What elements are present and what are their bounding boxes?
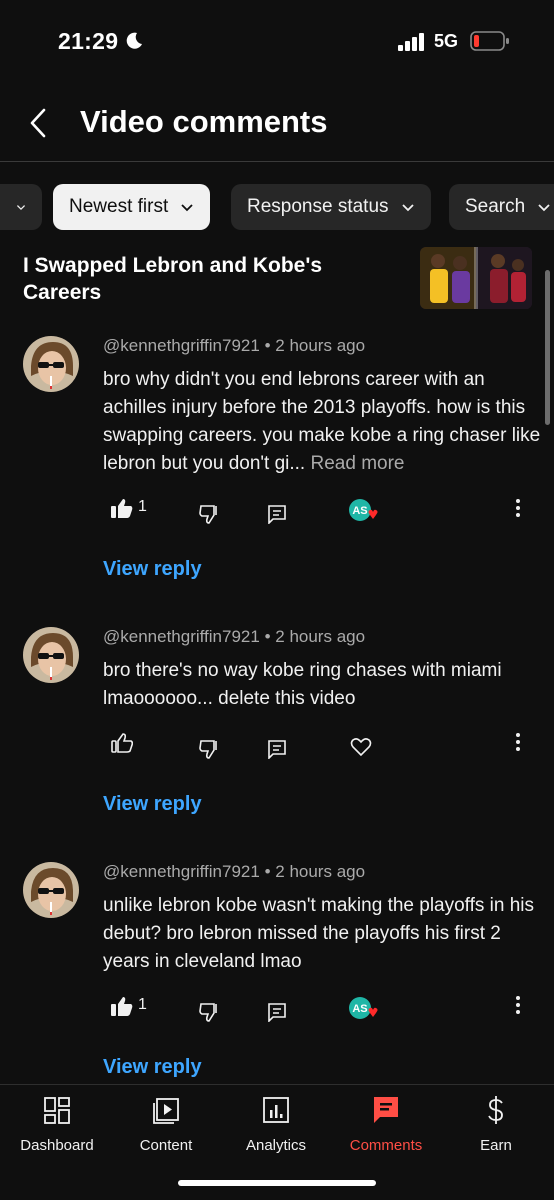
like-count: 1 <box>138 498 147 515</box>
video-title: I Swapped Lebron and Kobe's Careers <box>23 254 323 304</box>
filter-chip-newest-first[interactable]: Newest first <box>53 184 211 230</box>
view-reply-link[interactable]: View reply <box>103 558 202 581</box>
comment-time: 2 hours ago <box>275 627 366 646</box>
signal-icon <box>398 33 424 51</box>
status-bar: 21:29 5G <box>0 0 554 86</box>
dollar-icon <box>488 1096 503 1124</box>
more-vert-icon[interactable] <box>514 732 522 752</box>
svg-text:AS: AS <box>352 505 367 517</box>
comment-meta: @kennethgriffin7921 • 2 hours ago <box>103 336 366 355</box>
read-more-link[interactable]: Read more <box>311 453 405 474</box>
battery-icon <box>470 31 509 51</box>
comment-time: 2 hours ago <box>275 336 366 355</box>
thumbs-down-icon[interactable] <box>199 739 221 759</box>
filter-chip-search[interactable]: Search <box>449 184 554 230</box>
chevron-down-icon <box>401 204 414 212</box>
thumbs-up-icon[interactable] <box>111 733 133 753</box>
filter-chip-partial[interactable] <box>0 184 42 230</box>
nav-label: Dashboard <box>20 1137 94 1154</box>
view-reply-link[interactable]: View reply <box>103 793 202 816</box>
thumbs-down-icon[interactable] <box>199 504 221 524</box>
chevron-left-icon[interactable] <box>26 106 52 140</box>
nav-label: Content <box>139 1137 193 1154</box>
filter-chips: Newest first Response status Search <box>0 184 554 230</box>
view-reply-link[interactable]: View reply <box>103 1056 202 1079</box>
reply-icon[interactable] <box>267 739 287 759</box>
nav-item-comments[interactable]: Comments <box>331 1093 441 1163</box>
comments-icon <box>374 1097 398 1123</box>
page-title: Video comments <box>80 104 328 139</box>
nav-item-content[interactable]: Content <box>111 1093 221 1163</box>
comment-time: 2 hours ago <box>275 862 366 881</box>
video-row[interactable]: I Swapped Lebron and Kobe's Careers <box>0 247 554 320</box>
comment-author[interactable]: @kennethgriffin7921 <box>103 336 260 355</box>
video-thumbnail[interactable] <box>420 247 532 309</box>
avatar[interactable] <box>23 336 79 392</box>
filter-chip-label: Search <box>465 196 526 217</box>
creator-heart-icon[interactable]: AS <box>348 996 380 1024</box>
avatar[interactable] <box>23 862 79 918</box>
scrollbar[interactable] <box>545 270 550 425</box>
home-indicator[interactable] <box>178 1180 376 1186</box>
comment-meta: @kennethgriffin7921 • 2 hours ago <box>103 627 366 646</box>
thumbs-down-icon[interactable] <box>199 1002 221 1022</box>
content-icon <box>153 1098 179 1124</box>
more-vert-icon[interactable] <box>514 498 522 518</box>
filter-chip-label: Response status <box>247 196 389 217</box>
like-count: 1 <box>138 996 147 1013</box>
nav-label: Earn <box>480 1137 512 1154</box>
chevron-down-icon <box>538 204 550 212</box>
comment-text: bro why didn't you end lebrons career wi… <box>103 369 541 474</box>
analytics-icon <box>263 1097 289 1123</box>
heart-icon[interactable] <box>350 737 372 757</box>
dashboard-icon <box>44 1097 70 1124</box>
nav-label: Comments <box>349 1137 423 1154</box>
network-label: 5G <box>434 31 459 51</box>
creator-heart-icon[interactable]: AS <box>348 498 380 526</box>
reply-icon[interactable] <box>267 1002 287 1022</box>
comment-text: bro there's no way kobe ring chases with… <box>103 660 502 709</box>
nav-item-analytics[interactable]: Analytics <box>221 1093 331 1163</box>
thumbs-up-filled-icon[interactable] <box>111 498 133 518</box>
thumbs-up-filled-icon[interactable] <box>111 996 133 1016</box>
filter-chip-response-status[interactable]: Response status <box>231 184 431 230</box>
header: Video comments <box>0 86 554 162</box>
svg-text:AS: AS <box>352 1003 367 1015</box>
chevron-down-icon <box>181 204 193 212</box>
nav-item-dashboard[interactable]: Dashboard <box>2 1093 112 1163</box>
nav-label: Analytics <box>245 1137 307 1154</box>
comment-author[interactable]: @kennethgriffin7921 <box>103 627 260 646</box>
comment-text: unlike lebron kobe wasn't making the pla… <box>103 895 535 972</box>
status-time: 21:29 <box>58 28 119 54</box>
comment-meta: @kennethgriffin7921 • 2 hours ago <box>103 862 366 881</box>
nav-item-earn[interactable]: Earn <box>441 1093 551 1163</box>
avatar[interactable] <box>23 627 79 683</box>
moon-icon <box>126 32 142 49</box>
comment-author[interactable]: @kennethgriffin7921 <box>103 862 260 881</box>
chevron-down-icon <box>16 205 26 211</box>
filter-chip-label: Newest first <box>69 196 169 217</box>
more-vert-icon[interactable] <box>514 995 522 1015</box>
reply-icon[interactable] <box>267 504 287 524</box>
